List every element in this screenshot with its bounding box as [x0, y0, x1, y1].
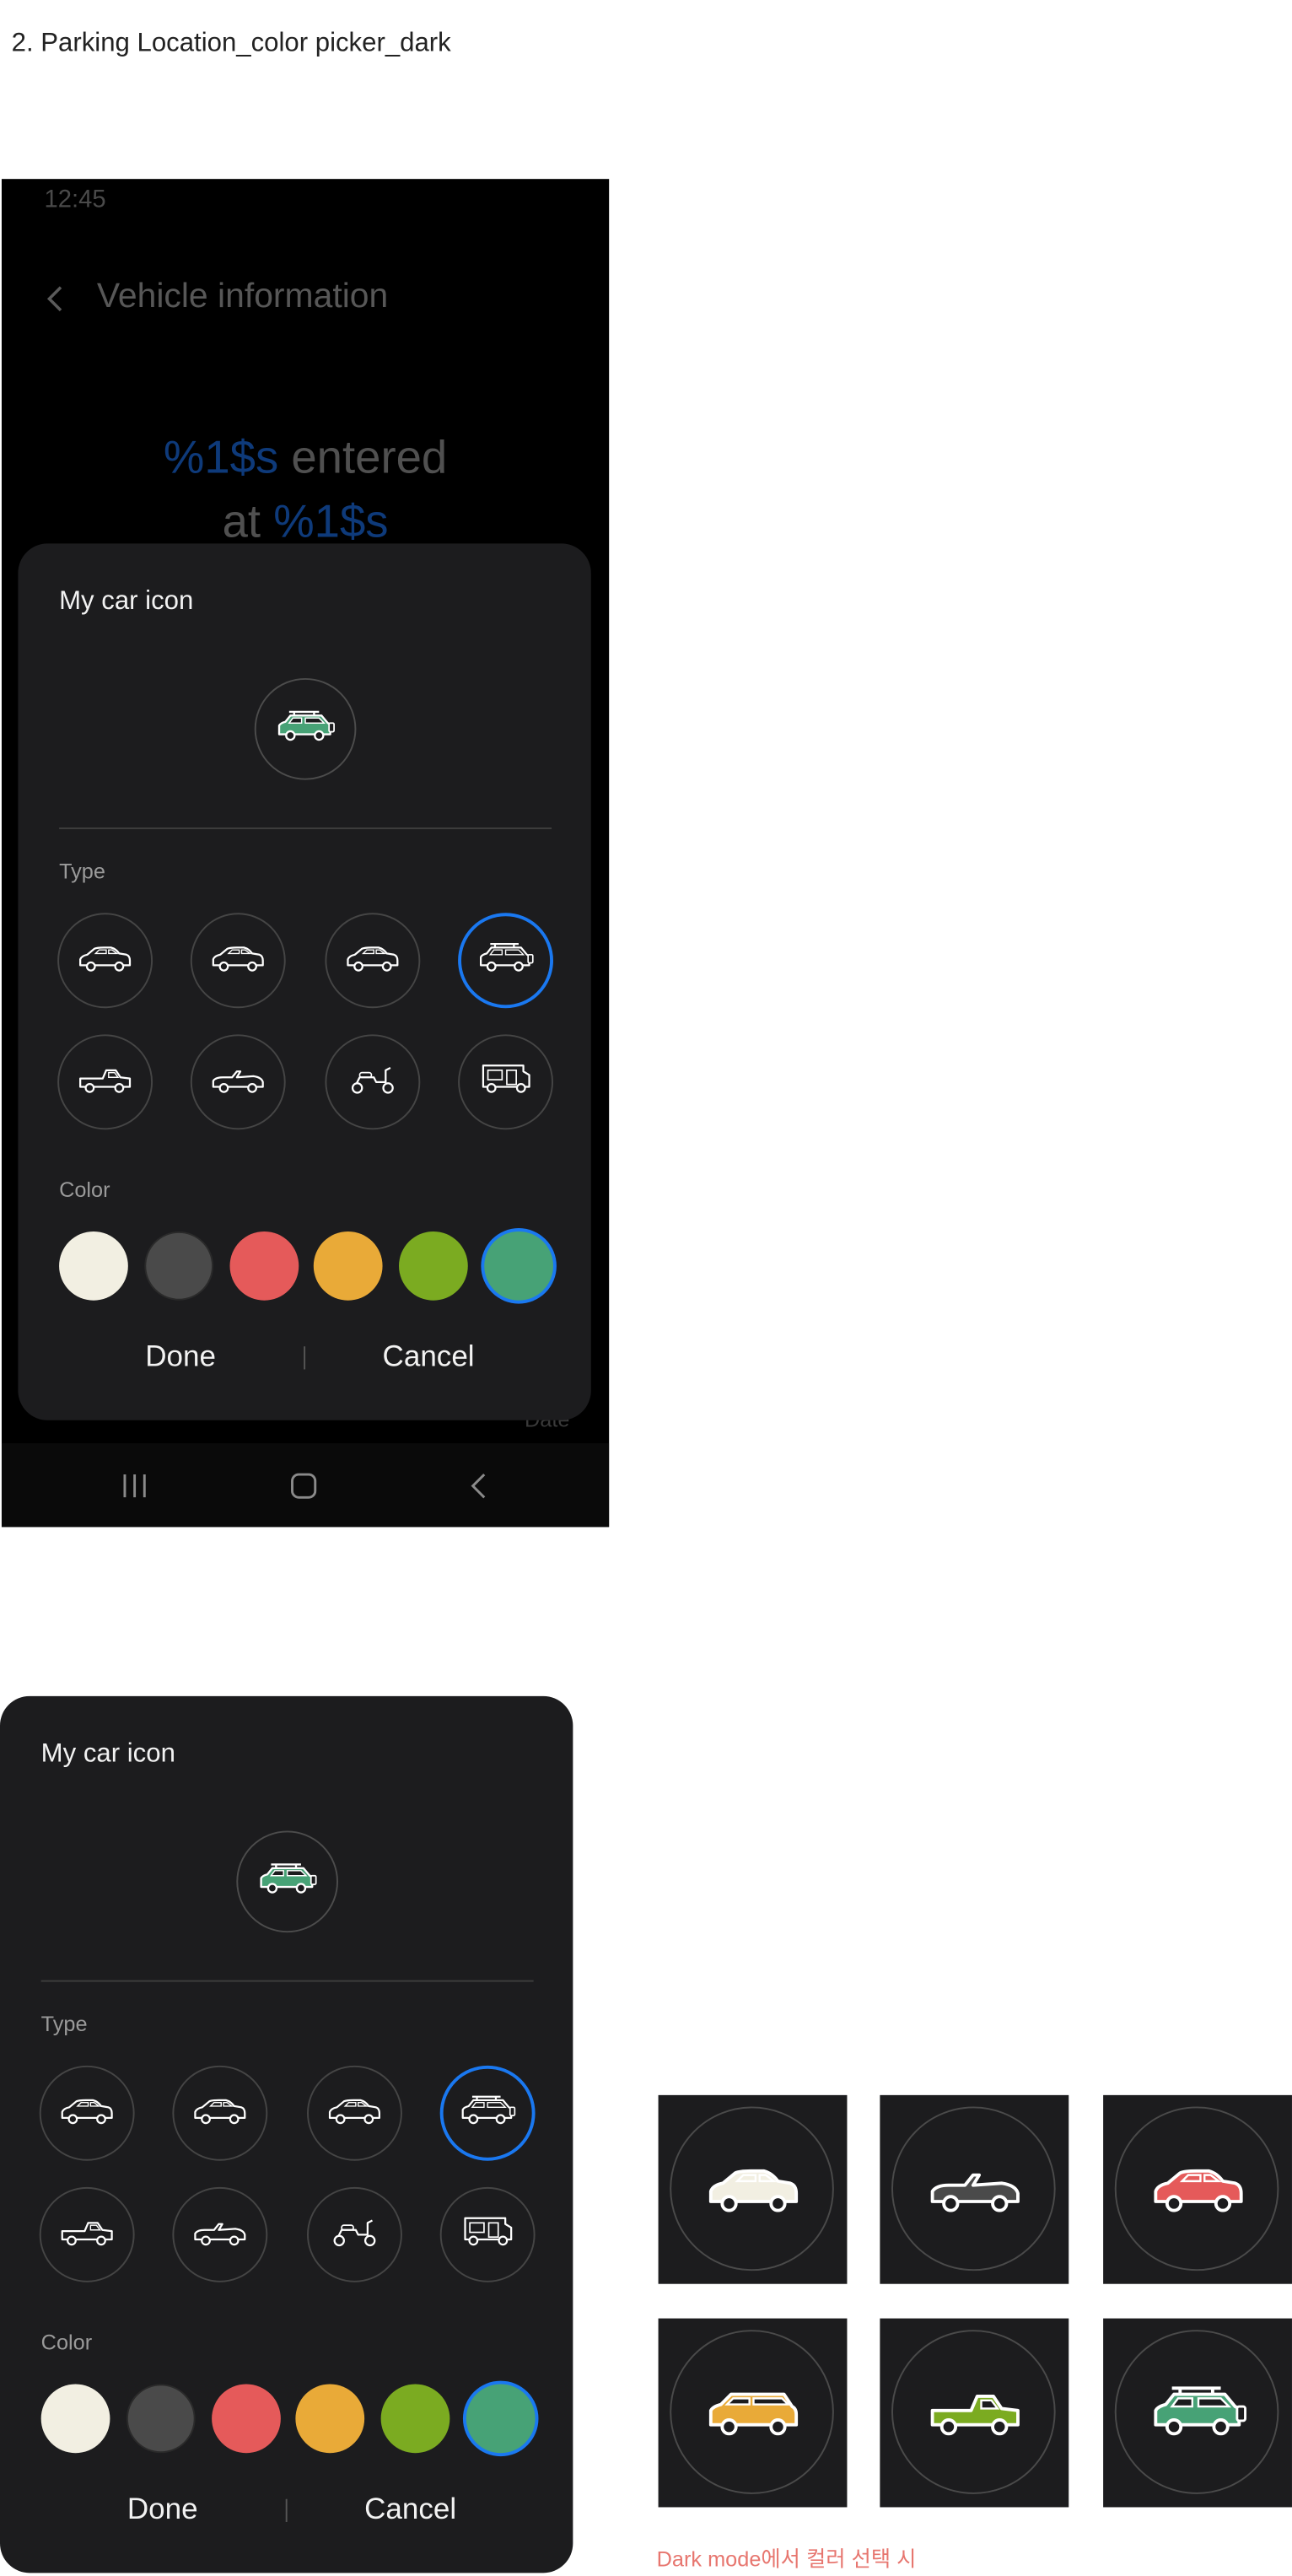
- color-label: Color: [59, 1177, 110, 1202]
- entered-text: entered: [278, 431, 448, 483]
- camper-van-icon: [458, 2213, 517, 2255]
- sedan-icon: [191, 2092, 250, 2134]
- convertible-icon: [208, 1061, 267, 1103]
- type-option-sedan[interactable]: [190, 913, 286, 1009]
- suv-roofrack-icon: [458, 2092, 517, 2134]
- color-swatch[interactable]: [380, 2384, 450, 2454]
- dialog-title: My car icon: [59, 587, 194, 616]
- status-time: 12:45: [44, 185, 106, 214]
- type-option-sedan[interactable]: [39, 2065, 135, 2161]
- color-sample-tile: [880, 2094, 1069, 2284]
- color-swatch[interactable]: [59, 1231, 128, 1301]
- type-label: Type: [59, 859, 105, 884]
- color-swatch[interactable]: [40, 2384, 110, 2454]
- type-option-sedan[interactable]: [325, 913, 421, 1009]
- scooter-icon: [325, 2213, 384, 2255]
- suv-roofrack-icon: [256, 1859, 319, 1904]
- type-option-sedan[interactable]: [172, 2065, 268, 2161]
- color-swatch[interactable]: [212, 2384, 281, 2454]
- car-preview: [254, 677, 357, 780]
- navigation-bar: [1, 1443, 610, 1528]
- page-title: 2. Parking Location_color picker_dark: [11, 30, 451, 58]
- color-label: Color: [40, 2330, 93, 2355]
- entered-line-1: %1$s entered: [2, 432, 609, 484]
- color-swatch[interactable]: [399, 1231, 468, 1301]
- cancel-button[interactable]: Cancel: [330, 1339, 527, 1374]
- type-option-sedan[interactable]: [307, 2065, 402, 2161]
- chevron-left-icon[interactable]: [41, 284, 71, 314]
- back-icon[interactable]: [468, 1473, 487, 1499]
- type-option-pickup-truck[interactable]: [39, 2186, 135, 2282]
- entered-at-text: at: [222, 495, 274, 547]
- type-option-suv-roofrack[interactable]: [458, 913, 554, 1009]
- recents-icon[interactable]: [120, 1474, 149, 1498]
- car-icon-dialog: My car icon Type Color Done Cancel: [18, 543, 591, 1420]
- done-button[interactable]: Done: [64, 2492, 261, 2527]
- button-separator: [285, 2498, 288, 2522]
- sedan-icon: [208, 940, 267, 982]
- button-separator: [304, 1346, 306, 1370]
- color-swatch[interactable]: [144, 1231, 214, 1301]
- entered-line-2: at %1$s: [2, 496, 609, 548]
- entered-value: %1$s: [163, 431, 279, 483]
- scooter-icon: [343, 1061, 402, 1103]
- type-option-scooter[interactable]: [325, 1034, 421, 1130]
- color-swatch[interactable]: [466, 2384, 536, 2454]
- color-sample-tile: [880, 2318, 1069, 2508]
- sedan-icon: [1147, 2156, 1249, 2223]
- type-option-scooter[interactable]: [307, 2186, 402, 2282]
- wagon-icon: [702, 2379, 804, 2447]
- type-option-pickup-truck[interactable]: [57, 1034, 153, 1130]
- camper-van-icon: [476, 1061, 536, 1103]
- sedan-icon: [343, 940, 402, 982]
- color-sample-tile: [658, 2318, 848, 2508]
- divider: [40, 1980, 534, 1982]
- divider: [59, 827, 552, 830]
- dialog-title: My car icon: [40, 1740, 175, 1769]
- sedan-icon: [702, 2156, 804, 2223]
- type-option-camper-van[interactable]: [439, 2186, 536, 2282]
- pickup-truck-icon: [76, 1061, 135, 1103]
- entered-at-value: %1$s: [273, 495, 389, 547]
- home-icon[interactable]: [291, 1473, 317, 1499]
- color-sample-tile: [1103, 2318, 1292, 2508]
- suv-roofrack-icon: [1147, 2379, 1249, 2447]
- cancel-button[interactable]: Cancel: [312, 2492, 509, 2527]
- suv-roofrack-icon: [274, 707, 336, 752]
- type-option-sedan[interactable]: [57, 913, 153, 1009]
- color-sample-tile: [658, 2094, 848, 2284]
- type-option-camper-van[interactable]: [458, 1034, 554, 1130]
- color-swatch[interactable]: [484, 1231, 554, 1301]
- caption: Dark mode에서 컬러 선택 시: [656, 2546, 917, 2572]
- sedan-icon: [57, 2092, 116, 2134]
- car-icon-dialog-standalone: My car icon Type Color Done Cancel: [0, 1695, 573, 2573]
- screen-title: Vehicle information: [96, 277, 389, 315]
- pickup-truck-icon: [57, 2213, 116, 2255]
- convertible-icon: [191, 2213, 250, 2255]
- car-preview: [236, 1830, 338, 1933]
- type-option-convertible[interactable]: [172, 2186, 268, 2282]
- done-button[interactable]: Done: [82, 1339, 279, 1374]
- type-label: Type: [40, 2011, 88, 2036]
- convertible-icon: [923, 2156, 1026, 2223]
- color-swatch[interactable]: [229, 1231, 299, 1301]
- pickup-truck-icon: [923, 2379, 1026, 2447]
- type-option-suv-roofrack[interactable]: [439, 2065, 536, 2161]
- type-option-convertible[interactable]: [190, 1034, 286, 1130]
- color-swatch[interactable]: [295, 2384, 365, 2454]
- color-sample-tile: [1103, 2094, 1292, 2284]
- sedan-icon: [76, 940, 135, 982]
- color-swatch[interactable]: [126, 2384, 196, 2454]
- suv-roofrack-icon: [476, 940, 536, 982]
- sedan-icon: [325, 2092, 384, 2134]
- color-swatch[interactable]: [313, 1231, 383, 1301]
